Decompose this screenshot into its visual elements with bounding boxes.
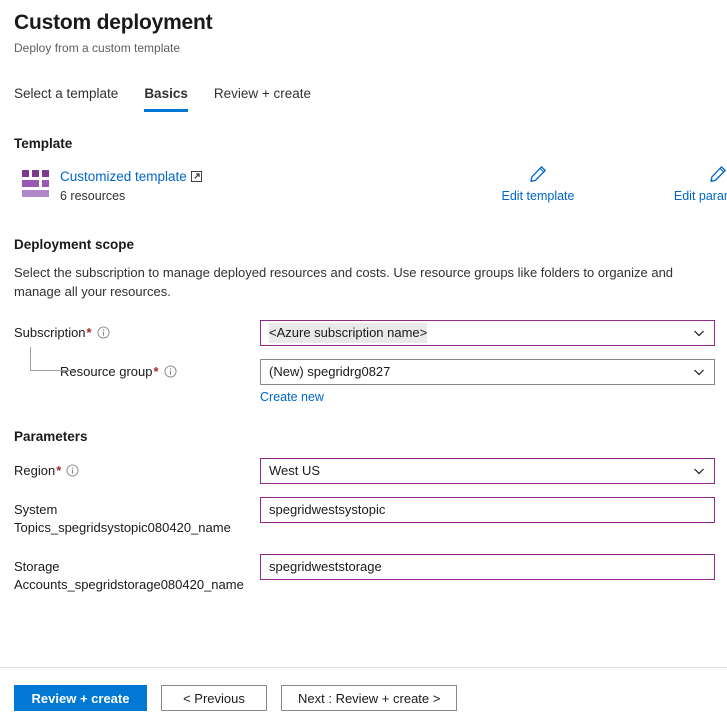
tab-review-create[interactable]: Review + create	[214, 85, 311, 112]
resource-group-value: (New) spegridrg0827	[269, 363, 692, 381]
deployment-scope-heading: Deployment scope	[14, 236, 713, 254]
edit-template-label: Edit template	[502, 188, 575, 204]
required-marker: *	[154, 364, 159, 379]
required-marker: *	[87, 325, 92, 340]
system-topics-field-wrap: spegridwestsystopic	[260, 497, 715, 523]
tab-basics[interactable]: Basics	[144, 85, 188, 112]
subscription-label-text: Subscription	[14, 325, 86, 340]
info-icon[interactable]	[97, 326, 110, 339]
subscription-label: Subscription*	[14, 320, 260, 342]
resource-group-row: Resource group* (New) spegridrg0827 Crea…	[14, 359, 713, 406]
chevron-down-icon[interactable]	[692, 326, 706, 340]
edit-parameters-label: Edit parameters	[674, 188, 727, 204]
edit-template-button[interactable]: Edit template	[482, 165, 594, 204]
custom-deployment-page: Custom deployment Deploy from a custom t…	[0, 9, 727, 594]
system-topics-input[interactable]: spegridwestsystopic	[260, 497, 715, 523]
template-text-block: Customized template 6 resources	[60, 167, 202, 205]
create-new-resource-group-link[interactable]: Create new	[260, 389, 324, 406]
subscription-value: <Azure subscription name>	[269, 323, 427, 343]
storage-accounts-input[interactable]: spegridweststorage	[260, 554, 715, 580]
page-title: Custom deployment	[14, 9, 713, 37]
system-topics-value: spegridwestsystopic	[269, 501, 710, 519]
system-topics-label: System Topics_spegridsystopic080420_name	[14, 497, 260, 537]
deployment-scope-description: Select the subscription to manage deploy…	[14, 263, 686, 301]
tab-select-a-template[interactable]: Select a template	[14, 85, 118, 112]
region-field-wrap: West US	[260, 458, 715, 484]
subscription-row: Subscription* <Azure subscription name>	[14, 320, 713, 346]
subscription-field-wrap: <Azure subscription name>	[260, 320, 715, 346]
region-value: West US	[269, 462, 692, 480]
chevron-down-icon[interactable]	[692, 365, 706, 379]
required-marker: *	[56, 463, 61, 478]
external-link-icon[interactable]	[191, 171, 202, 182]
region-label-text: Region	[14, 463, 55, 478]
info-icon[interactable]	[66, 464, 79, 477]
footer-action-bar: Review + create < Previous Next : Review…	[14, 685, 457, 711]
pencil-icon	[709, 165, 727, 183]
review-create-button[interactable]: Review + create	[14, 685, 147, 711]
customized-template-link[interactable]: Customized template	[60, 168, 187, 186]
region-label: Region*	[14, 458, 260, 480]
storage-accounts-field-wrap: spegridweststorage	[260, 554, 715, 580]
region-dropdown[interactable]: West US	[260, 458, 715, 484]
footer-divider	[0, 667, 727, 668]
system-topics-row: System Topics_spegridsystopic080420_name…	[14, 497, 713, 537]
resource-group-dropdown[interactable]: (New) spegridrg0827	[260, 359, 715, 385]
next-review-create-button[interactable]: Next : Review + create >	[281, 685, 457, 711]
parameters-heading: Parameters	[14, 428, 713, 446]
indent-connector	[30, 347, 74, 371]
chevron-down-icon[interactable]	[692, 464, 706, 478]
wizard-tabs: Select a template Basics Review + create	[14, 84, 713, 112]
template-summary-row: Customized template 6 resources Edit tem…	[14, 167, 713, 213]
edit-parameters-button[interactable]: Edit parameters	[662, 165, 727, 204]
customized-template-link-wrap[interactable]: Customized template	[60, 168, 202, 186]
storage-accounts-row: Storage Accounts_spegridstorage080420_na…	[14, 554, 713, 594]
resource-group-field-wrap: (New) spegridrg0827 Create new	[260, 359, 715, 406]
region-row: Region* West US	[14, 458, 713, 484]
template-edit-actions: Edit template Edit parameters	[482, 165, 727, 204]
storage-accounts-value: spegridweststorage	[269, 558, 710, 576]
subscription-dropdown[interactable]: <Azure subscription name>	[260, 320, 715, 346]
page-subtitle: Deploy from a custom template	[14, 40, 713, 56]
info-icon[interactable]	[164, 365, 177, 378]
template-grid-icon	[22, 170, 50, 197]
pencil-icon	[529, 165, 547, 183]
storage-accounts-label: Storage Accounts_spegridstorage080420_na…	[14, 554, 260, 594]
previous-button[interactable]: < Previous	[161, 685, 267, 711]
template-resource-count: 6 resources	[60, 188, 202, 205]
template-section-heading: Template	[14, 135, 713, 153]
